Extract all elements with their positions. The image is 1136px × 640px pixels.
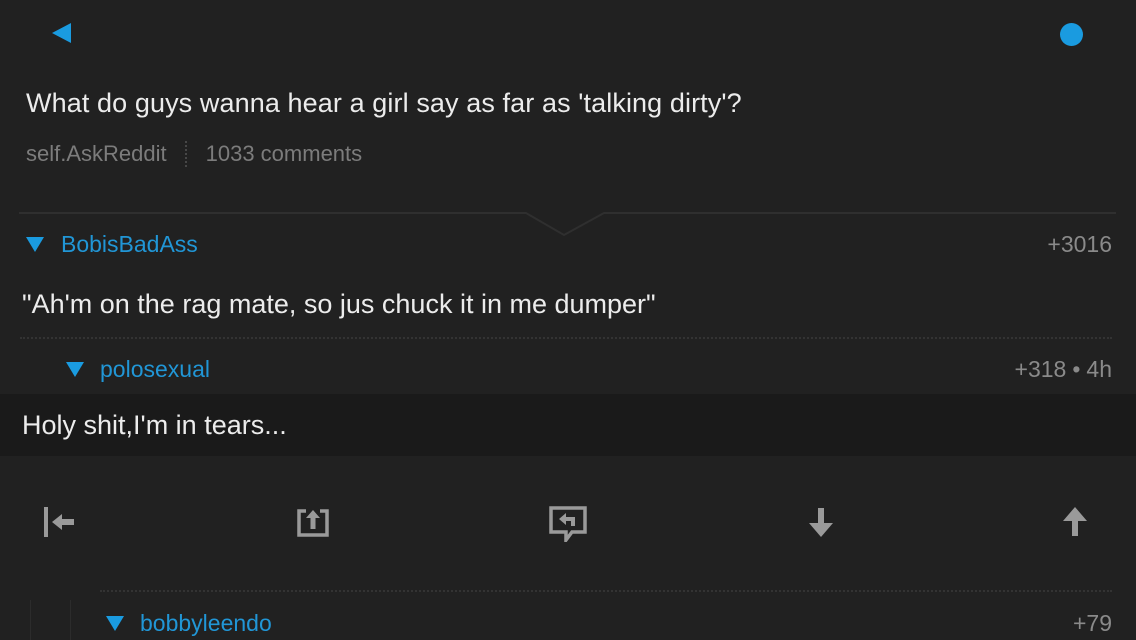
comment-score-and-age: +318 • 4h bbox=[1015, 356, 1112, 383]
comment-score: +3016 bbox=[1047, 231, 1112, 257]
comment-author[interactable]: polosexual bbox=[100, 356, 210, 383]
collapse-triangle-icon[interactable] bbox=[26, 237, 44, 252]
comment-header: BobisBadAss bbox=[26, 231, 198, 258]
comment-divider bbox=[100, 590, 1112, 592]
indent-guide bbox=[30, 600, 31, 640]
unread-dot-icon[interactable] bbox=[1060, 23, 1083, 46]
score-separator: • bbox=[1072, 356, 1081, 382]
indent-guide bbox=[70, 600, 71, 640]
collapse-triangle-icon[interactable] bbox=[106, 616, 124, 631]
comment-author[interactable]: bobbyleendo bbox=[140, 610, 272, 637]
comment-divider bbox=[20, 337, 1112, 339]
comment-header: bobbyleendo bbox=[106, 610, 272, 637]
comment-age: 4h bbox=[1086, 356, 1112, 382]
reply-icon[interactable] bbox=[548, 502, 588, 542]
comment-body: "Ah'm on the rag mate, so jus chuck it i… bbox=[22, 289, 656, 319]
comment-author[interactable]: BobisBadAss bbox=[61, 231, 198, 258]
post-title[interactable]: What do guys wanna hear a girl say as fa… bbox=[26, 88, 742, 119]
comment-score: +318 bbox=[1014, 356, 1067, 382]
downvote-icon[interactable] bbox=[801, 502, 841, 542]
share-icon[interactable] bbox=[293, 502, 333, 542]
back-arrow-icon[interactable] bbox=[48, 18, 78, 48]
comment-score: +79 bbox=[1072, 610, 1112, 636]
comments-count[interactable]: 1033 comments bbox=[206, 141, 363, 167]
upvote-icon[interactable] bbox=[1055, 502, 1095, 542]
comment-body: Holy shit,I'm in tears... bbox=[22, 410, 287, 440]
post-meta: self.AskReddit 1033 comments bbox=[26, 141, 362, 167]
comment-header: polosexual bbox=[66, 356, 210, 383]
comment-thread-screen: What do guys wanna hear a girl say as fa… bbox=[0, 0, 1136, 640]
meta-separator bbox=[184, 141, 187, 167]
collapse-triangle-icon[interactable] bbox=[66, 362, 84, 377]
jump-to-top-icon[interactable] bbox=[40, 502, 80, 542]
subreddit-link[interactable]: self.AskReddit bbox=[26, 141, 167, 167]
